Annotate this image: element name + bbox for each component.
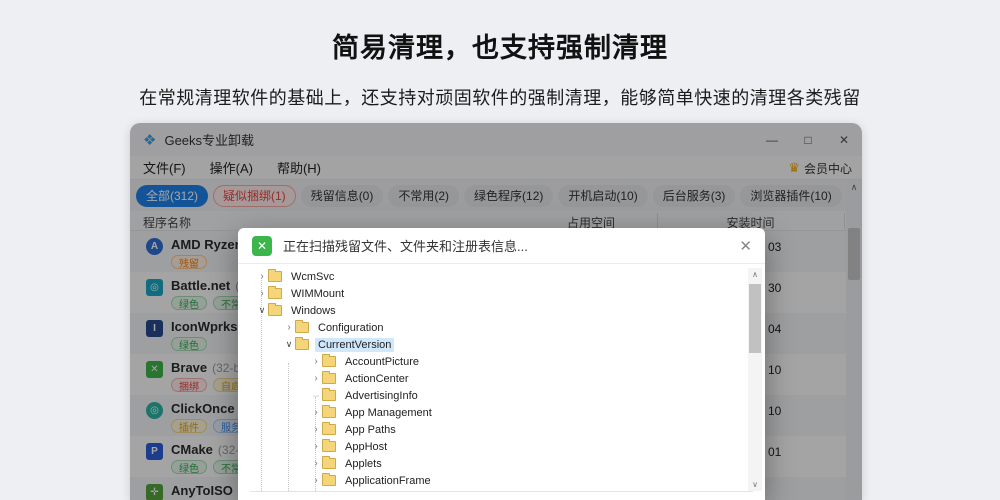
folder-icon [268,288,282,299]
folder-icon [322,475,336,486]
chevron-down-icon[interactable]: ∨ [256,305,268,316]
tree-row[interactable]: › Configuration [238,319,736,336]
tree-node-label: WcmSvc [288,270,337,284]
chevron-right-icon[interactable]: › [310,475,322,486]
page-subtitle: 在常规清理软件的基础上，还支持对顽固软件的强制清理，能够简单快速的清理各类残留 [0,84,1000,110]
scan-dialog: ✕ 正在扫描残留文件、文件夹和注册表信息... ✕ › WcmSvc › WIMMou… [238,228,765,500]
tree-node-label: Configuration [315,321,386,335]
folder-icon [322,390,336,401]
tree-node-label: AppHost [342,440,390,454]
folder-icon [322,458,336,469]
chevron-right-icon[interactable]: › [310,356,322,367]
tree-node-label: Windows [288,304,339,318]
scroll-up-icon[interactable]: ∧ [748,268,762,281]
tree-node-label: WIMMount [288,287,347,301]
folder-icon [295,339,309,350]
scrollbar-thumb[interactable] [749,284,761,353]
chevron-right-icon[interactable]: › [310,407,322,418]
folder-icon [295,322,309,333]
folder-icon [322,441,336,452]
page-title: 简易清理，也支持强制清理 [0,26,1000,65]
tree-node-label: AccountPicture [342,355,422,369]
page: 简易清理，也支持强制清理 在常规清理软件的基础上，还支持对顽固软件的强制清理，能… [0,0,1000,500]
folder-icon [268,271,282,282]
folder-icon [322,407,336,418]
tree-row[interactable]: › WIMMount [238,285,736,302]
folder-icon [322,373,336,384]
dialog-scrollbar[interactable]: ∧ ∨ [748,268,762,491]
chevron-right-icon[interactable]: › [283,322,295,333]
folder-icon [322,356,336,367]
tree-node-label: Applets [342,457,385,471]
tree-leaf-connector-icon: – [310,390,322,402]
chevron-right-icon[interactable]: › [310,458,322,469]
tree-row[interactable]: › ActionCenter [238,370,736,387]
scan-status-text: 正在扫描残留文件、文件夹和注册表信息... [283,236,528,255]
dialog-footer-divider [250,491,753,492]
tree-node-label: App Management [342,406,435,420]
folder-icon [322,424,336,435]
tree-row[interactable]: ∨ Windows [238,302,736,319]
tree-node-label: ApplicationFrame [342,474,434,488]
dialog-close-icon[interactable]: ✕ [739,237,752,255]
tree-row[interactable]: › App Management [238,404,736,421]
chevron-right-icon[interactable]: › [256,288,268,299]
scan-dialog-header: ✕ 正在扫描残留文件、文件夹和注册表信息... ✕ [238,228,765,264]
tree-row[interactable]: › Applets [238,455,736,472]
chevron-right-icon[interactable]: › [256,271,268,282]
tree-row[interactable]: ∨ CurrentVersion [238,336,736,353]
chevron-right-icon[interactable]: › [310,373,322,384]
tree-node-label: ActionCenter [342,372,412,386]
chevron-right-icon[interactable]: › [310,441,322,452]
scanned-app-icon: ✕ [252,236,272,256]
tree-node-label: AdvertisingInfo [342,389,421,403]
folder-icon [268,305,282,316]
chevron-down-icon[interactable]: ∨ [283,339,295,350]
tree-row[interactable]: › AccountPicture [238,353,736,370]
tree-row[interactable]: – AdvertisingInfo [238,387,736,404]
registry-tree: › WcmSvc › WIMMount ∨ Windows › Configuration ∨ C… [238,268,736,491]
tree-row[interactable]: › WcmSvc [238,268,736,285]
tree-node-label: CurrentVersion [315,338,394,352]
tree-row[interactable]: › App Paths [238,421,736,438]
chevron-right-icon[interactable]: › [310,424,322,435]
tree-row[interactable]: › AppHost [238,438,736,455]
tree-node-label: App Paths [342,423,399,437]
scroll-down-icon[interactable]: ∨ [748,478,762,491]
tree-row[interactable]: › ApplicationFrame [238,472,736,489]
